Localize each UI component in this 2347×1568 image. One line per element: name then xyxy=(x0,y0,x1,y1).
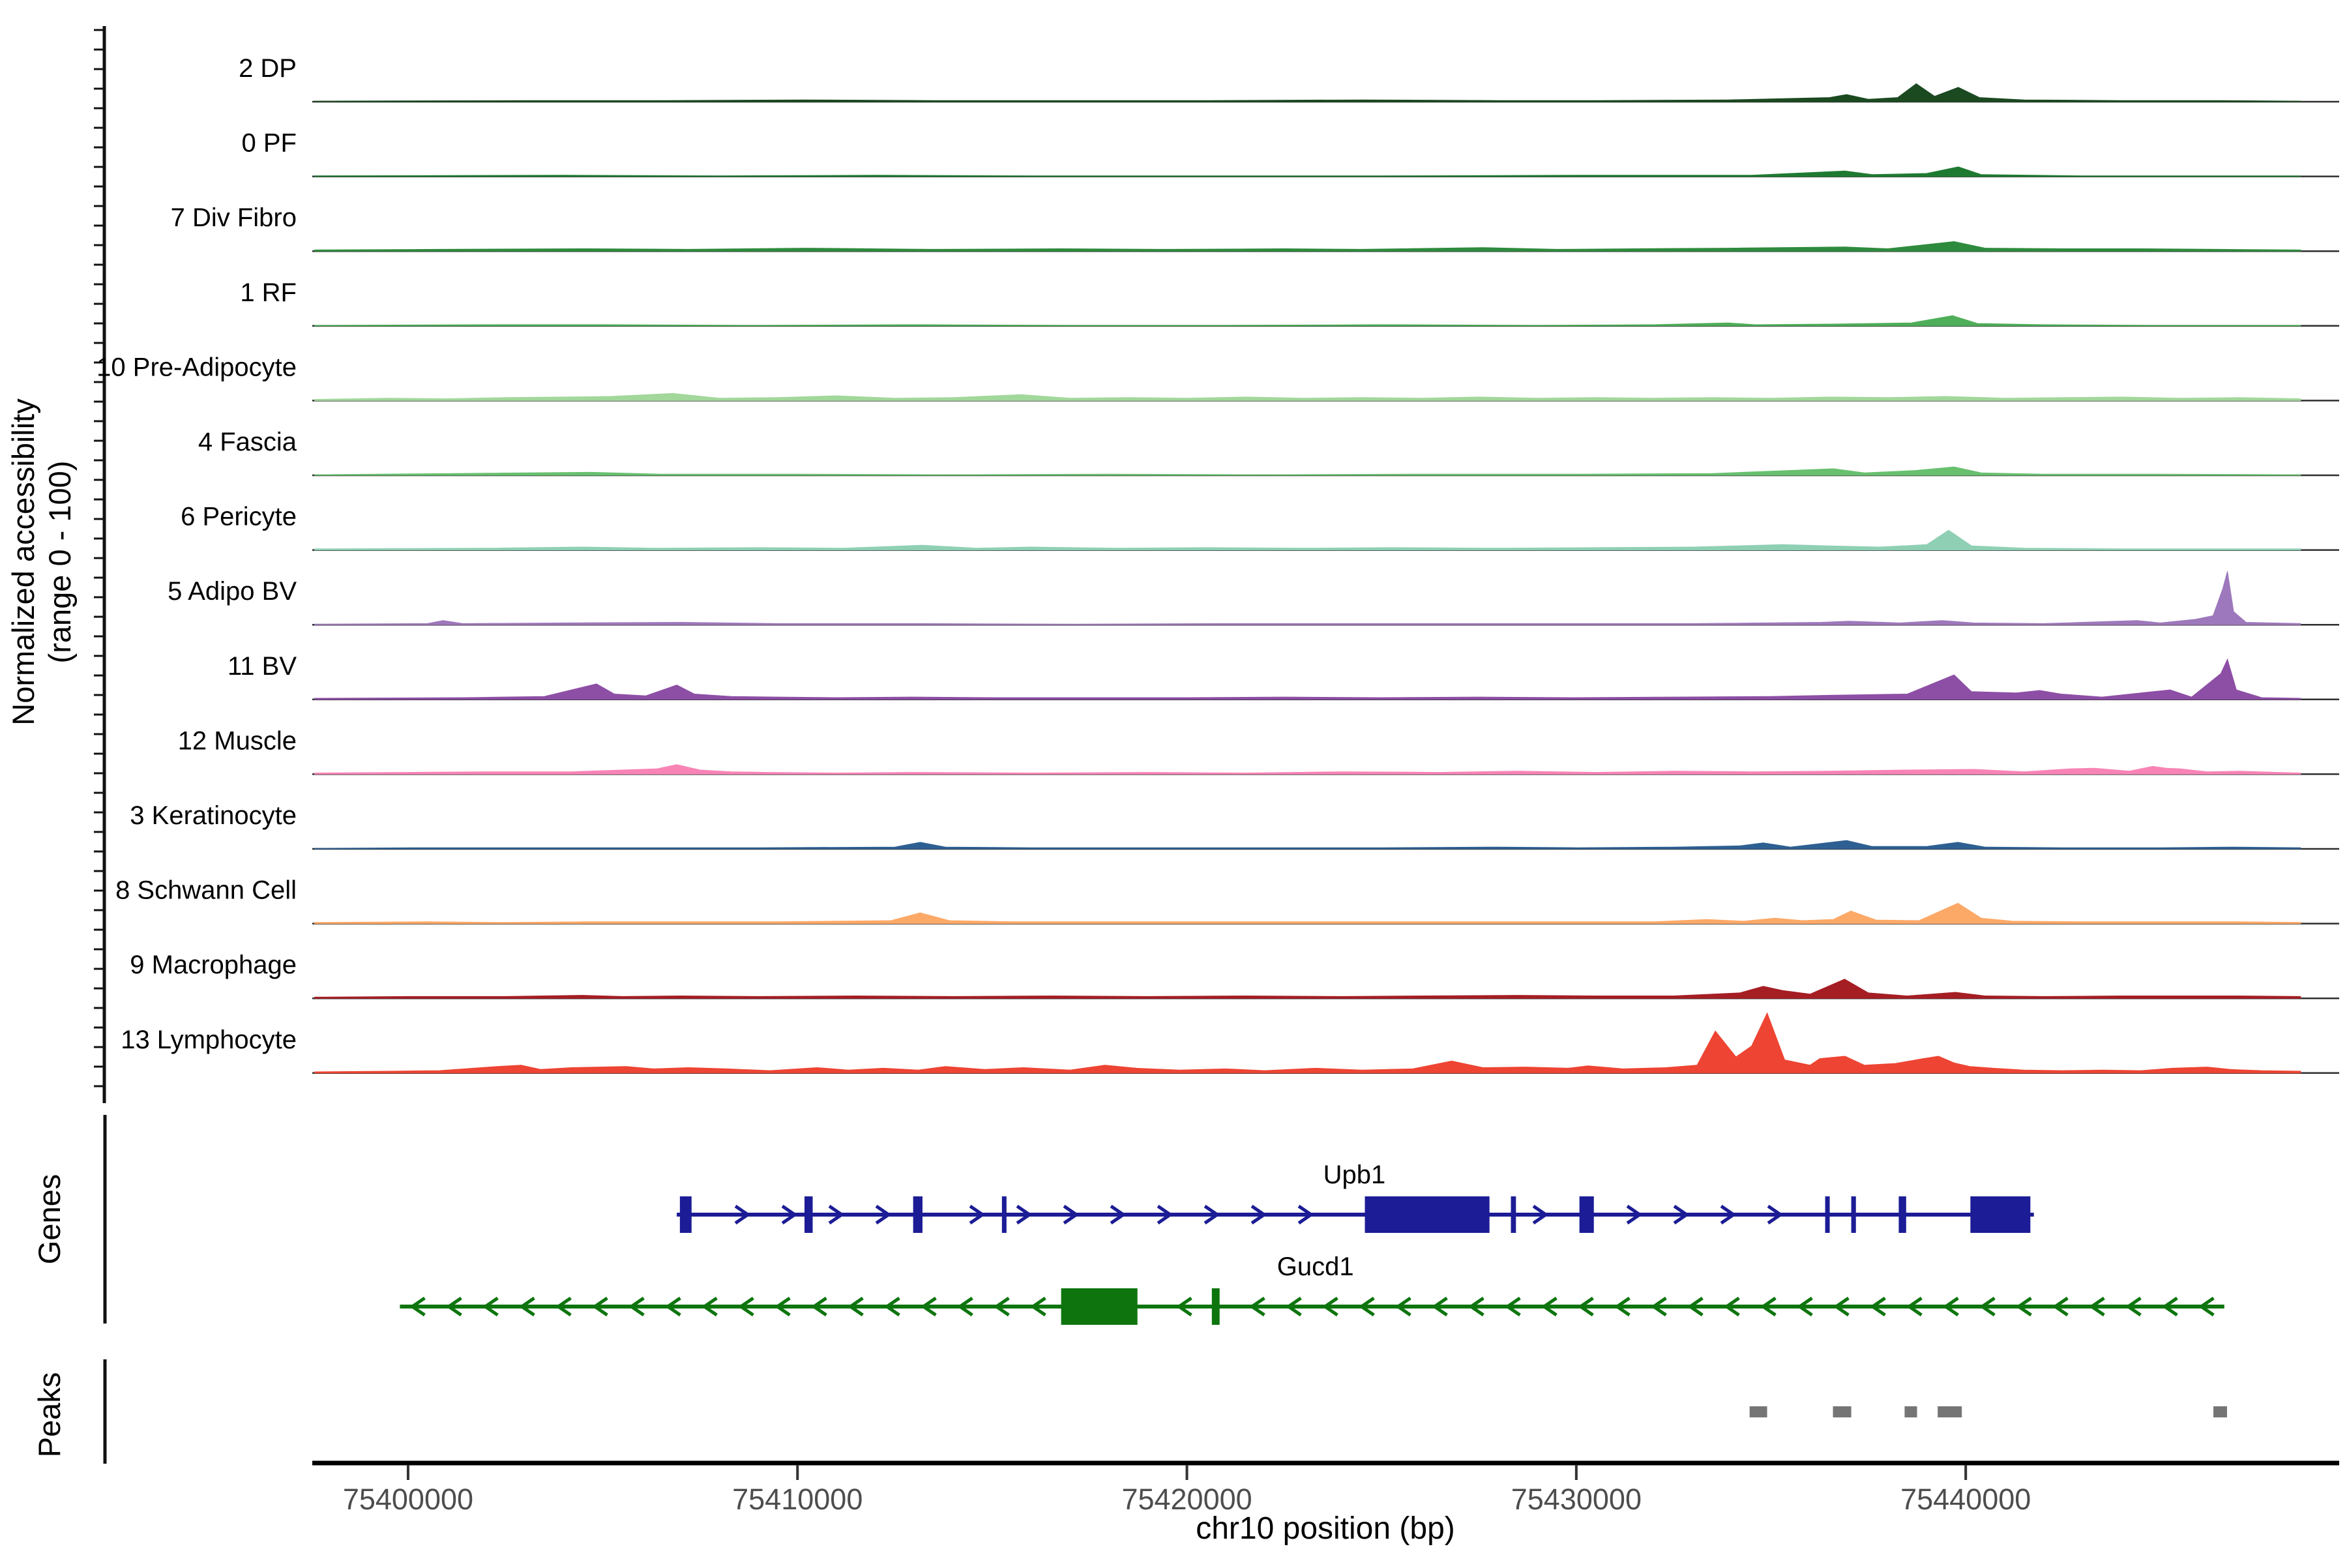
track-row: 5 Adipo BV xyxy=(168,571,2339,625)
track-label: 8 Schwann Cell xyxy=(115,876,297,905)
gene-name-label: Upb1 xyxy=(1323,1161,1386,1189)
peak-interval-rect xyxy=(1938,1406,1962,1417)
track-signal-area xyxy=(315,83,2301,102)
gene-exon xyxy=(1365,1196,1490,1233)
gene-exon xyxy=(913,1196,923,1233)
x-axis-tick-label: 75400000 xyxy=(343,1483,473,1516)
track-row: 4 Fascia xyxy=(198,428,2339,475)
gene-exon xyxy=(680,1196,692,1233)
track-row: 6 Pericyte xyxy=(181,503,2339,550)
gene-exon xyxy=(1002,1196,1007,1233)
peak-interval-rect xyxy=(1904,1406,1917,1417)
gene-model: Upb1 xyxy=(677,1161,2034,1233)
accessibility-axis xyxy=(94,26,104,1103)
track-row: 13 Lymphocyte xyxy=(121,1013,2339,1073)
track-label: 5 Adipo BV xyxy=(168,577,297,606)
peak-interval-rect xyxy=(1833,1406,1851,1417)
track-row: 11 BV xyxy=(228,652,2339,700)
track-row: 2 DP xyxy=(239,54,2339,102)
track-label: 0 PF xyxy=(242,129,297,158)
track-signal-area xyxy=(315,1013,2301,1073)
track-label: 1 RF xyxy=(240,278,297,307)
gene-models: Upb1 Gucd1 xyxy=(400,1161,2224,1325)
gene-exon xyxy=(1580,1196,1594,1233)
gene-exon xyxy=(1852,1196,1856,1233)
track-signal-area xyxy=(315,393,2301,400)
gene-exon xyxy=(804,1196,813,1233)
track-label: 6 Pericyte xyxy=(181,503,297,531)
x-axis-title: chr10 position (bp) xyxy=(1196,1511,1455,1546)
track-row: 1 RF xyxy=(240,278,2339,326)
track-label: 2 DP xyxy=(239,54,297,83)
track-label: 3 Keratinocyte xyxy=(130,801,297,830)
track-label: 10 Pre-Adipocyte xyxy=(96,353,297,381)
track-signal-area xyxy=(315,840,2301,849)
x-axis-tick-label: 75440000 xyxy=(1900,1483,2031,1516)
track-label: 7 Div Fibro xyxy=(171,203,297,232)
peak-interval-rect xyxy=(1750,1406,1767,1417)
track-signal-area xyxy=(315,765,2301,775)
peaks-section-label: Peaks xyxy=(32,1372,66,1458)
y-axis-label-line1: Normalized accessibility xyxy=(6,398,40,726)
track-signal-area xyxy=(315,167,2301,177)
signal-tracks: 2 DP 0 PF 7 Div Fibro 1 RF 10 Pre-Adipocyte 4… xyxy=(96,54,2339,1073)
track-row: 0 PF xyxy=(242,129,2339,177)
track-signal-area xyxy=(315,659,2301,700)
gene-exon xyxy=(1970,1196,2030,1233)
track-label: 12 Muscle xyxy=(178,726,297,755)
gene-exon xyxy=(1825,1196,1830,1233)
genes-section-label: Genes xyxy=(32,1174,66,1264)
track-label: 9 Macrophage xyxy=(130,951,297,979)
gene-exon xyxy=(1511,1196,1516,1233)
track-signal-area xyxy=(315,530,2301,550)
coverage-plot-figure: Normalized accessibility (range 0 - 100)… xyxy=(0,0,2347,1565)
track-signal-area xyxy=(315,316,2301,326)
peak-intervals xyxy=(1750,1406,2227,1417)
track-signal-area xyxy=(315,903,2301,923)
track-signal-area xyxy=(315,979,2301,998)
peak-interval-rect xyxy=(2213,1406,2227,1417)
gene-exon xyxy=(1212,1288,1220,1325)
gene-exon xyxy=(1061,1288,1138,1325)
track-signal-area xyxy=(315,467,2301,475)
track-label: 13 Lymphocyte xyxy=(121,1026,297,1054)
x-axis-tick-label: 75430000 xyxy=(1511,1483,1642,1516)
track-signal-area xyxy=(315,571,2301,625)
track-row: 12 Muscle xyxy=(178,726,2339,774)
track-row: 9 Macrophage xyxy=(130,951,2339,998)
track-row: 7 Div Fibro xyxy=(171,203,2339,251)
track-signal-area xyxy=(315,242,2301,252)
track-row: 8 Schwann Cell xyxy=(115,876,2339,924)
genome-coverage-chart: Normalized accessibility (range 0 - 100)… xyxy=(0,0,2347,1565)
track-row: 10 Pre-Adipocyte xyxy=(96,353,2339,400)
gene-model: Gucd1 xyxy=(400,1252,2224,1325)
track-label: 4 Fascia xyxy=(198,428,297,456)
y-axis-label-line2: (range 0 - 100) xyxy=(42,461,77,664)
gene-name-label: Gucd1 xyxy=(1277,1252,1354,1281)
track-row: 3 Keratinocyte xyxy=(130,801,2339,849)
x-axis: 7540000075410000754200007543000075440000 xyxy=(312,1463,2339,1516)
gene-exon xyxy=(1898,1196,1906,1233)
x-axis-tick-label: 75410000 xyxy=(732,1483,863,1516)
track-label: 11 BV xyxy=(228,652,297,681)
